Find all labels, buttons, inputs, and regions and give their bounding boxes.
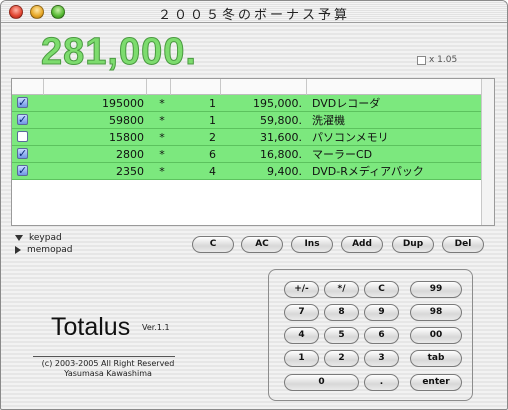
duplicate-button[interactable]: Dup <box>392 236 434 253</box>
app-logo-text: Totalus <box>51 313 131 341</box>
row-price[interactable]: 59800 <box>48 113 144 128</box>
header-price-column[interactable] <box>44 79 147 95</box>
row-operator: * <box>159 114 165 127</box>
row-quantity[interactable]: 4 <box>176 164 216 179</box>
row-subtotal: 195,000. <box>253 97 302 110</box>
insert-button[interactable]: Ins <box>291 236 333 253</box>
multiplier-checkbox[interactable] <box>417 55 426 65</box>
table-header <box>12 79 482 95</box>
keypad-tab-button[interactable]: tab <box>410 350 462 367</box>
table-row[interactable]: 2800 * 6 16,800. マーラーCD <box>12 146 482 163</box>
multiplier-toggle[interactable]: x 1.05 <box>417 55 457 65</box>
header-op-column[interactable] <box>147 79 171 95</box>
keypad-decimal-button[interactable]: . <box>364 374 399 391</box>
table-row[interactable]: 59800 * 1 59,800. 洗濯機 <box>12 112 482 129</box>
keypad-plus-minus-button[interactable]: +/- <box>284 281 319 298</box>
keypad-1-button[interactable]: 1 <box>284 350 319 367</box>
keypad-9-button[interactable]: 9 <box>364 304 399 321</box>
row-price[interactable]: 15800 <box>48 130 144 145</box>
clear-button[interactable]: C <box>192 236 234 253</box>
title-bar[interactable]: ２００５冬のボーナス予算 <box>1 1 507 23</box>
keypad-multiply-divide-button[interactable]: */ <box>324 281 359 298</box>
multiplier-label: x 1.05 <box>429 55 458 65</box>
row-quantity[interactable]: 1 <box>176 96 216 111</box>
row-name[interactable]: マーラーCD <box>312 147 372 162</box>
row-subtotal: 16,800. <box>260 148 302 161</box>
row-subtotal: 59,800. <box>260 114 302 127</box>
table-scrollbar[interactable] <box>481 79 494 225</box>
row-checkbox[interactable] <box>17 131 28 142</box>
delete-button[interactable]: Del <box>442 236 484 253</box>
keypad-toggle-label: keypad <box>29 233 62 243</box>
keypad-99-button[interactable]: 99 <box>410 281 462 298</box>
row-quantity[interactable]: 1 <box>176 113 216 128</box>
row-operator: * <box>159 131 165 144</box>
divider <box>33 356 175 357</box>
header-check-column[interactable] <box>12 79 44 95</box>
keypad-clear-button[interactable]: C <box>364 281 399 298</box>
row-checkbox[interactable] <box>17 163 28 178</box>
add-button[interactable]: Add <box>341 236 383 253</box>
row-subtotal: 9,400. <box>267 165 302 178</box>
header-subtotal-column[interactable] <box>221 79 307 95</box>
disclosure-closed-icon <box>15 245 21 254</box>
window-title: ２００５冬のボーナス予算 <box>157 8 350 23</box>
row-operator: * <box>159 148 165 161</box>
keypad-disclosure[interactable]: keypad <box>15 233 62 243</box>
table-row[interactable]: 195000 * 1 195,000. DVDレコーダ <box>12 95 482 112</box>
row-name[interactable]: DVD-Rメディアパック <box>312 164 424 179</box>
row-quantity[interactable]: 6 <box>176 147 216 162</box>
keypad-6-button[interactable]: 6 <box>364 327 399 344</box>
copyright-block: (c) 2003-2005 All Right Reserved Yasumas… <box>37 359 179 379</box>
memopad-toggle-label: memopad <box>27 245 73 255</box>
items-table: 195000 * 1 195,000. DVDレコーダ 59800 * 1 59… <box>11 78 495 226</box>
header-qty-column[interactable] <box>171 79 221 95</box>
keypad-3-button[interactable]: 3 <box>364 350 399 367</box>
header-name-column[interactable] <box>307 79 482 95</box>
row-checkbox[interactable] <box>17 146 28 161</box>
row-checkbox[interactable] <box>17 95 28 110</box>
row-price[interactable]: 2800 <box>48 147 144 162</box>
row-operator: * <box>159 165 165 178</box>
row-name[interactable]: DVDレコーダ <box>312 96 380 111</box>
table-row[interactable]: 15800 * 2 31,600. パソコンメモリ <box>12 129 482 146</box>
keypad-98-button[interactable]: 98 <box>410 304 462 321</box>
keypad-0-button[interactable]: 0 <box>284 374 359 391</box>
row-name[interactable]: 洗濯機 <box>312 113 345 128</box>
keypad-5-button[interactable]: 5 <box>324 327 359 344</box>
row-price[interactable]: 2350 <box>48 164 144 179</box>
row-subtotal: 31,600. <box>260 131 302 144</box>
table-row[interactable]: 2350 * 4 9,400. DVD-Rメディアパック <box>12 163 482 180</box>
keypad-4-button[interactable]: 4 <box>284 327 319 344</box>
memopad-disclosure[interactable]: memopad <box>15 245 73 255</box>
disclosure-open-icon <box>15 234 23 241</box>
grand-total: 281,000. <box>41 31 197 74</box>
row-price[interactable]: 195000 <box>48 96 144 111</box>
keypad-enter-button[interactable]: enter <box>410 374 462 391</box>
keypad-00-button[interactable]: 00 <box>410 327 462 344</box>
app-version: Ver.1.1 <box>142 323 170 332</box>
row-quantity[interactable]: 2 <box>176 130 216 145</box>
row-checkbox[interactable] <box>17 112 28 127</box>
keypad-8-button[interactable]: 8 <box>324 304 359 321</box>
keypad-2-button[interactable]: 2 <box>324 350 359 367</box>
author-name: Yasumasa Kawashima <box>64 369 152 378</box>
keypad-7-button[interactable]: 7 <box>284 304 319 321</box>
row-name[interactable]: パソコンメモリ <box>312 130 389 145</box>
copyright-text: (c) 2003-2005 All Right Reserved <box>41 359 175 368</box>
row-operator: * <box>159 97 165 110</box>
all-clear-button[interactable]: AC <box>241 236 283 253</box>
app-window: ２００５冬のボーナス予算 281,000. x 1.05 195000 * 1 … <box>0 0 508 410</box>
